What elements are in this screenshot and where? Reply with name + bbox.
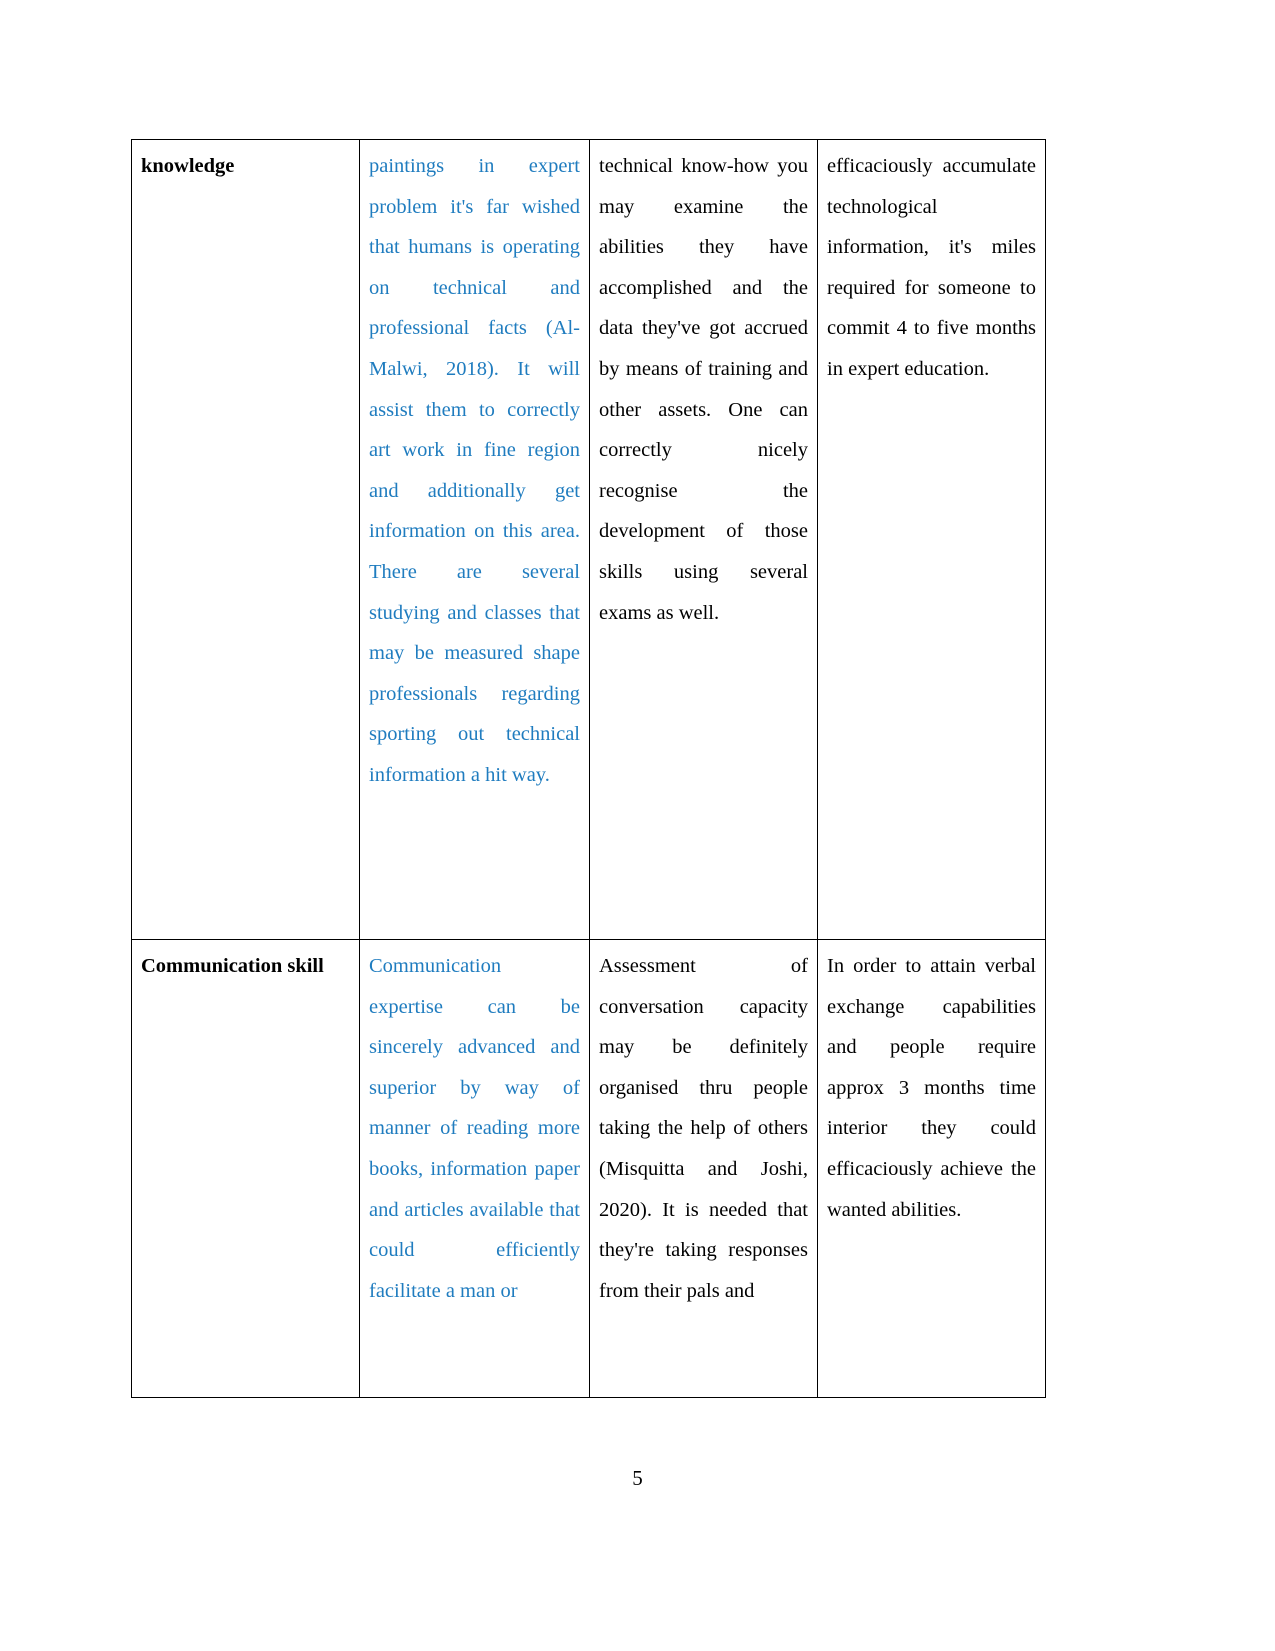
time-frame-cell: In order to attain verbal exchange capab… xyxy=(817,939,1046,1398)
evaluation-criteria-text: technical know-how you may examine the a… xyxy=(599,155,808,624)
time-frame-text: efficaciously accumulate technological i… xyxy=(827,155,1036,380)
evaluation-criteria-cell: technical know-how you may examine the a… xyxy=(589,139,818,941)
development-method-cell: Communication expertise can be sincerely… xyxy=(359,939,590,1398)
time-frame-cell: efficaciously accumulate technological i… xyxy=(817,139,1046,941)
time-frame-text: In order to attain verbal exchange capab… xyxy=(827,955,1036,1221)
table-row: knowledge paintings in expert problem it… xyxy=(131,139,1046,941)
development-method-cell: paintings in expert problem it's far wis… xyxy=(359,139,590,941)
table-row: Communication skill Communication expert… xyxy=(131,939,1046,1398)
document-page: knowledge paintings in expert problem it… xyxy=(0,0,1275,1651)
evaluation-criteria-text: Assessment of conversation capacity may … xyxy=(599,955,808,1302)
table-body: knowledge paintings in expert problem it… xyxy=(131,139,1046,1398)
page-number: 5 xyxy=(632,1466,643,1490)
evaluation-criteria-cell: Assessment of conversation capacity may … xyxy=(589,939,818,1398)
skill-label-text: Communication skill xyxy=(141,955,324,978)
development-method-text: paintings in expert problem it's far wis… xyxy=(369,155,580,786)
skill-label-text: knowledge xyxy=(141,155,235,177)
development-method-text: Communication expertise can be sincerely… xyxy=(369,955,580,1302)
skills-development-table: knowledge paintings in expert problem it… xyxy=(131,139,1046,1398)
skill-label-cell: knowledge xyxy=(131,139,360,941)
skill-label-cell: Communication skill xyxy=(131,939,360,1398)
